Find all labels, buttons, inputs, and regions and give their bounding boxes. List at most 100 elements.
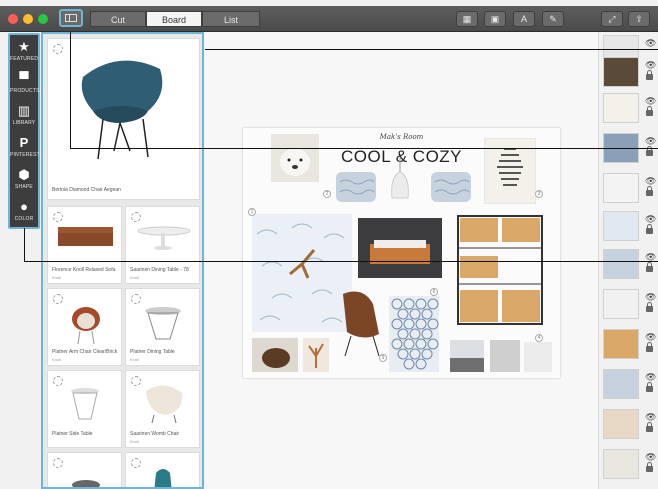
layer-thumbnail [603,93,639,123]
lock-icon[interactable] [646,186,653,196]
landscape-image[interactable] [450,340,484,372]
callout-line [70,32,71,149]
pillow-image[interactable] [429,168,473,206]
item-number: 2 [323,190,331,198]
rail-item-shape[interactable]: ⬢ SHAPE [10,165,38,197]
title-bar: Cut Sheet Board List ▦ ▣ A ✎ ⤢ ⇧ [0,6,658,41]
share-icon: ⇧ [635,14,643,24]
product-card[interactable]: Platner Side Table [47,370,122,448]
layer-row[interactable]: 👁 [599,366,658,402]
hex-tile-image[interactable] [389,296,439,372]
product-card[interactable]: Platner Dining Table Knoll [125,288,200,366]
rotate-icon[interactable] [53,212,63,222]
lock-icon[interactable] [646,106,653,116]
lock-icon[interactable] [646,342,653,352]
product-card[interactable]: Saarinen Dining Table - 78 Knoll [125,206,200,284]
pendant-lamp-image[interactable] [386,158,414,204]
rotate-icon[interactable] [53,376,63,386]
lounge-chair-image[interactable] [333,284,387,360]
sidebar-icon [65,14,77,22]
expand-button[interactable]: ⤢ [601,11,623,27]
product-brand: Knoll [52,275,61,280]
rotate-icon[interactable] [131,458,141,468]
app-window: Cut Sheet Board List ▦ ▣ A ✎ ⤢ ⇧ ★ FEATU… [0,0,658,489]
tab-list[interactable]: List [202,11,260,27]
rail-item-library[interactable]: ▥ LIBRARY [10,101,38,133]
layer-row[interactable]: 👁 [599,286,658,322]
rotate-icon[interactable] [131,376,141,386]
lock-icon[interactable] [646,422,653,432]
layer-thumbnail [603,329,639,359]
rail-label: PINTEREST [10,152,40,158]
product-card[interactable] [125,452,200,487]
expand-icon: ⤢ [608,14,616,24]
daybed-image[interactable] [358,218,442,278]
layer-thumbnail [603,57,639,87]
lock-icon[interactable] [646,70,653,80]
grid-view-button[interactable]: ▦ [456,11,478,27]
pinterest-icon: P [19,135,29,150]
layer-row[interactable]: 👁 [599,446,658,482]
product-name: Platner Arm Chair Clear/Brick [52,349,118,355]
close-window-button[interactable] [8,14,18,24]
lock-icon[interactable] [646,382,653,392]
tab-cut-sheet[interactable]: Cut Sheet [90,11,146,41]
product-name: Bertoia Diamond Chair Aegean [52,187,121,193]
lock-icon[interactable] [646,302,653,312]
text-button[interactable]: A [513,11,535,27]
rail-item-pinterest[interactable]: P PINTEREST [10,133,40,165]
layer-row[interactable]: 👁 [599,170,658,206]
product-name: Florence Knoll Relaxed Sofa [52,267,116,273]
rotate-icon[interactable] [131,294,141,304]
visibility-eye-icon[interactable]: 👁 [645,38,656,49]
layer-thumbnail [603,289,639,319]
rail-item-products[interactable]: ▀ PRODUCTS [10,69,39,101]
concrete-image[interactable] [490,340,520,372]
rail-item-featured[interactable]: ★ FEATURED [10,37,38,69]
lock-icon[interactable] [646,146,653,156]
pillow-image[interactable] [334,168,378,206]
product-card[interactable]: Florence Knoll Relaxed Sofa Knoll [47,206,122,284]
product-card[interactable]: Platner Arm Chair Clear/Brick Knoll [47,288,122,366]
polar-bear-image[interactable] [271,134,319,182]
antler-image[interactable] [303,338,329,372]
rotate-icon[interactable] [131,212,141,222]
rail-label: SHAPE [15,184,33,190]
layer-row[interactable]: 👁 [599,406,658,442]
product-brand: Knoll [130,439,139,444]
layer-row[interactable]: 👁 [599,326,658,362]
item-number: 4 [535,334,543,342]
rotate-icon[interactable] [53,458,63,468]
product-card[interactable] [47,452,122,487]
layer-thumbnail [603,211,639,241]
tab-board[interactable]: Board [146,11,202,27]
draw-button[interactable]: ✎ [542,11,564,27]
callout-line [24,228,25,262]
callout-line [24,261,658,262]
rotate-icon[interactable] [53,294,63,304]
layer-row[interactable]: 👁 [599,54,658,90]
layer-thumbnail [603,369,639,399]
mood-board[interactable]: Mak's Room COOL & COZY 2 3 1 4 6 9 [243,128,560,378]
layer-row[interactable]: 👁 [599,208,658,244]
layer-row[interactable]: 👁 [599,246,658,282]
shelving-unit-image[interactable] [450,212,550,328]
callout-line [205,49,658,50]
sidebar-toggle-button[interactable] [59,9,83,27]
rug-image[interactable] [524,342,552,372]
bear-image[interactable] [252,338,298,372]
grid-icon: ▦ [462,14,472,24]
layer-thumbnail [603,249,639,279]
product-name: Saarinen Womb Chair [130,431,180,437]
image-button[interactable]: ▣ [484,11,506,27]
rail-item-color[interactable]: ● COLOR [10,197,38,229]
zoom-window-button[interactable] [38,14,48,24]
lock-icon[interactable] [646,224,653,234]
share-button[interactable]: ⇧ [628,11,650,27]
layer-row[interactable]: 👁 [599,90,658,126]
minimize-window-button[interactable] [23,14,33,24]
rotate-icon[interactable] [53,44,63,54]
lock-icon[interactable] [646,462,653,472]
product-card[interactable]: Saarinen Womb Chair Knoll [125,370,200,448]
lock-icon[interactable] [646,262,653,272]
